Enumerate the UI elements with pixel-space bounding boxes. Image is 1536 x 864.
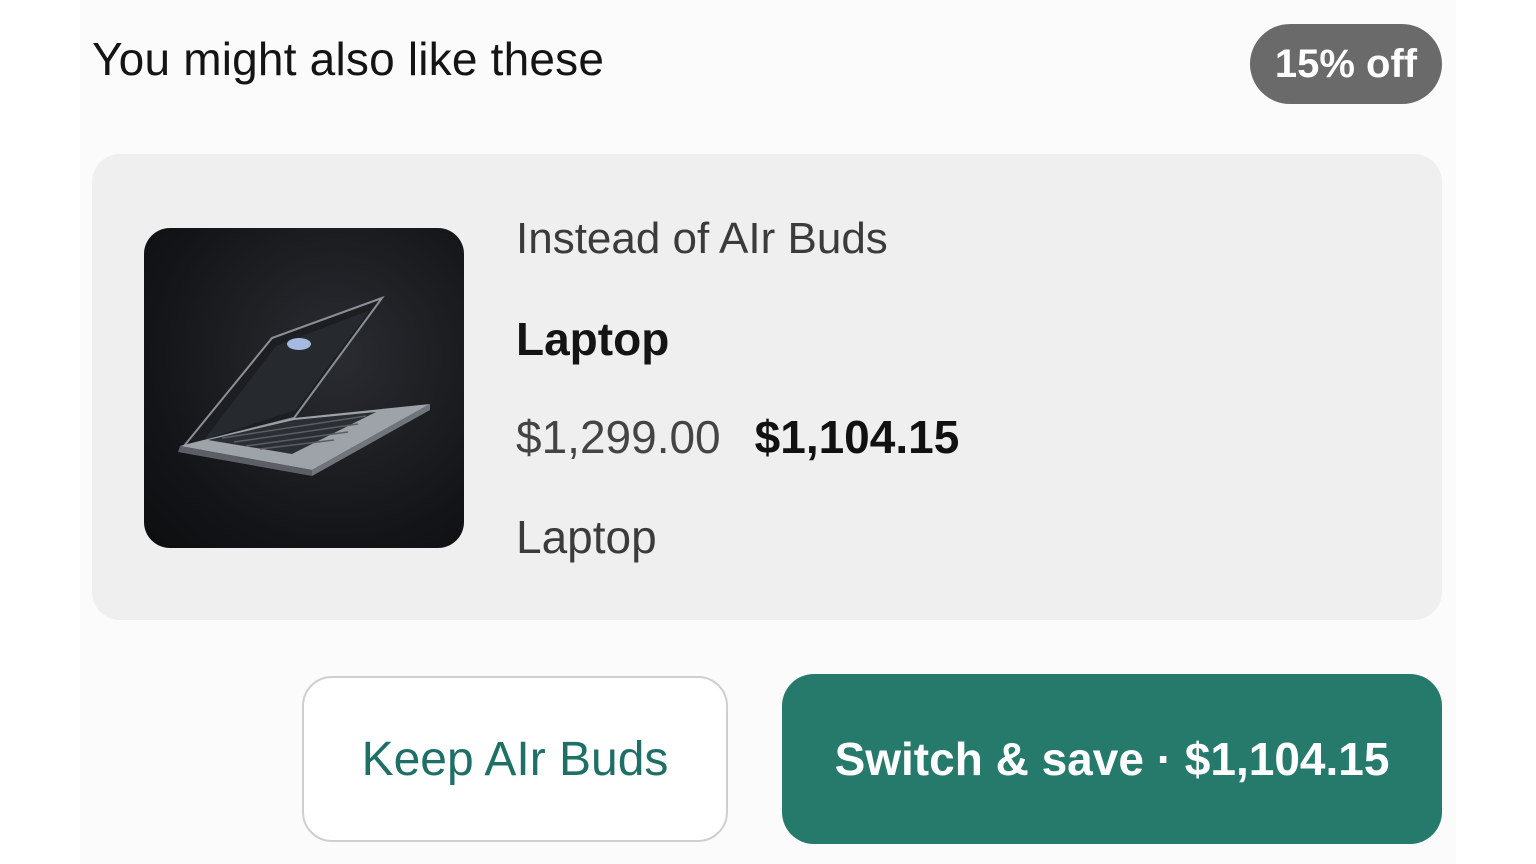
switch-and-save-button[interactable]: Switch & save · $1,104.15 — [782, 674, 1442, 844]
replaced-item-label: Instead of AIr Buds — [516, 214, 888, 263]
laptop-image — [144, 228, 464, 548]
laptop-illustration — [178, 295, 430, 476]
discount-badge: 15% off — [1250, 24, 1442, 104]
sale-price: $1,104.15 — [754, 411, 960, 463]
price-row: $1,299.00 $1,104.15 — [516, 410, 959, 464]
keep-current-button[interactable]: Keep AIr Buds — [302, 676, 728, 842]
product-category: Laptop — [516, 511, 657, 563]
product-name[interactable]: Laptop — [516, 312, 669, 366]
section-title: You might also like these — [92, 33, 605, 85]
original-price: $1,299.00 — [516, 411, 721, 463]
